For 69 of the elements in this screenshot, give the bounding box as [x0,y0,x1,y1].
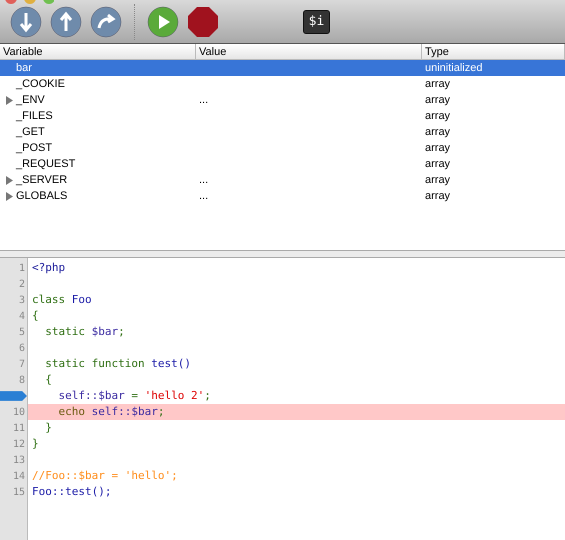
variable-name: _FILES [16,109,53,124]
variable-value: ... [199,174,208,186]
code-line: echo self::$bar; [57,405,164,418]
column-header[interactable]: Type [422,44,565,59]
line-number: 14 [12,470,25,484]
variable-row[interactable]: _REQUEST array [0,156,565,172]
stop-button[interactable] [187,6,219,38]
line-number: 5 [18,326,25,340]
step-into-button[interactable] [10,6,42,38]
line-number: 6 [18,342,25,356]
code-editor[interactable]: 1 2 3 4 5 6 7 8 10 11 12 13 14 15 <?php class Foo { static $bar; static function test() { self::$bar = 'hello 2'; echo self::$bar; } } //Foo::$bar = 'hello'; Foo::test(); [0,258,565,540]
code-line: { [32,309,39,322]
variable-type: array [425,78,450,90]
variable-row[interactable]: bar uninitialized [0,60,565,76]
line-number: 2 [18,278,25,292]
column-header[interactable]: Value [196,44,422,59]
variable-type: array [425,126,450,138]
code-line: static $bar; [44,325,125,338]
code-line: { [44,373,52,386]
variable-name: bar [16,61,32,76]
variable-value: ... [199,190,208,202]
line-number: 3 [18,294,25,308]
current-line-marker-icon [0,391,27,401]
code-line: self::$bar = 'hello 2'; [57,389,211,402]
code-line: <?php [32,261,66,274]
line-number: 7 [18,358,25,372]
step-out-button[interactable] [50,6,82,38]
line-number: 4 [18,310,25,324]
line-number: 10 [12,406,25,420]
variable-type: array [425,142,450,154]
code-line: //Foo::$bar = 'hello'; [32,469,178,482]
variable-type: array [425,174,450,186]
line-number: 1 [18,262,25,276]
variable-row[interactable]: _SERVER ... array [0,172,565,188]
code-line: } [44,421,52,434]
variable-name: _REQUEST [16,157,76,172]
variable-row[interactable]: _GET array [0,124,565,140]
line-number: 12 [12,438,25,452]
code-line: Foo::test(); [32,485,112,498]
variable-row[interactable]: _POST array [0,140,565,156]
line-number: 8 [18,374,25,388]
variable-name: _SERVER [16,173,68,188]
variable-name: _GET [16,125,45,140]
code-line: } [32,437,39,450]
variable-name: _POST [16,141,52,156]
line-number: 15 [12,486,25,500]
variable-type: uninitialized [425,62,482,74]
variable-value: ... [199,94,208,106]
variable-type: array [425,190,450,202]
run-button[interactable] [147,6,179,38]
line-number: 13 [12,454,25,468]
column-header[interactable]: Variable [0,44,196,59]
console-button[interactable]: $i [303,10,330,34]
variable-row[interactable]: GLOBALS ... array [0,188,565,204]
step-over-button[interactable] [90,6,122,38]
disclosure-triangle-icon[interactable] [6,96,13,104]
variable-type: array [425,110,450,122]
variable-type: array [425,94,450,106]
variable-row[interactable]: _COOKIE array [0,76,565,92]
variable-name: GLOBALS [16,189,68,204]
window-controls-icon [4,0,54,5]
variable-row[interactable]: _ENV ... array [0,92,565,108]
variable-row[interactable]: _FILES array [0,108,565,124]
code-line: static function test() [44,357,191,370]
variable-name: _ENV [16,93,45,108]
code-line: class Foo [32,293,92,306]
line-number: 11 [12,422,25,436]
variable-type: array [425,158,450,170]
variable-name: _COOKIE [16,77,65,92]
